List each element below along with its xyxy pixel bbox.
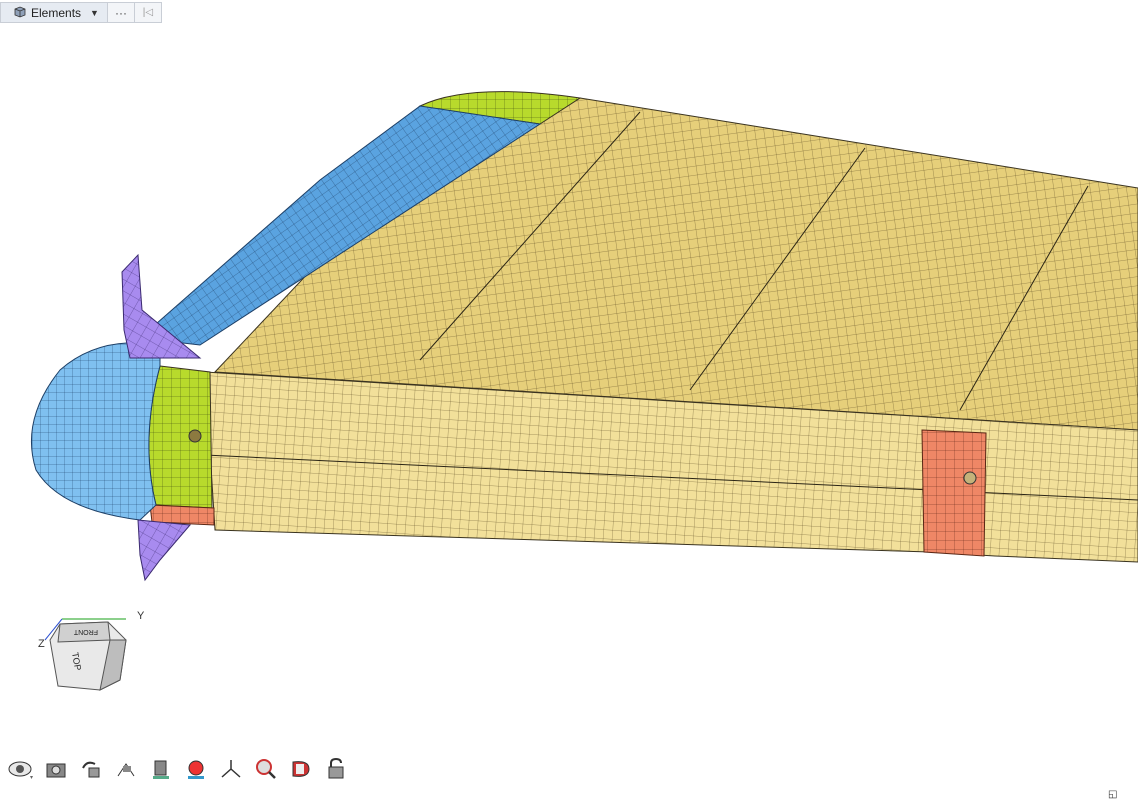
axis-z-label: Z <box>38 638 45 650</box>
collapse-panel-button[interactable]: |◁ <box>135 3 161 22</box>
shaded-mode-icon[interactable] <box>148 756 174 782</box>
fastener-hole-right <box>963 471 977 485</box>
axis-y-label: Y <box>137 610 145 622</box>
section-cut-icon[interactable] <box>288 756 314 782</box>
collar-section[interactable] <box>148 365 213 509</box>
repair-patch-right[interactable] <box>921 429 987 557</box>
color-by-icon[interactable] <box>183 756 209 782</box>
view-cube-front-label: FRONT <box>73 628 98 635</box>
visibility-eye-icon[interactable] <box>8 756 34 782</box>
axis-triad-icon[interactable] <box>218 756 244 782</box>
fin-lower[interactable] <box>137 519 192 582</box>
chevron-down-icon: ▼ <box>90 7 99 18</box>
entity-toolbar: Elements ▼ ··· |◁ <box>0 2 162 23</box>
view-cube[interactable]: FRONT TOP <box>44 618 127 691</box>
nose-cone[interactable] <box>30 342 161 521</box>
entity-selector-label: Elements <box>31 5 82 20</box>
fastener-hole-left <box>188 429 202 443</box>
view-toolbar <box>8 756 349 782</box>
corner-status-icon: ◱ <box>1108 789 1118 800</box>
element-cube-icon <box>13 5 26 21</box>
more-options-button[interactable]: ··· <box>108 3 135 22</box>
lock-icon[interactable] <box>323 756 349 782</box>
rotate-view-icon[interactable] <box>78 756 104 782</box>
camera-view-icon[interactable] <box>43 756 69 782</box>
zoom-icon[interactable] <box>253 756 279 782</box>
entity-selector-dropdown[interactable]: Elements ▼ <box>1 3 108 22</box>
pan-view-icon[interactable] <box>113 756 139 782</box>
upper-wing-skin[interactable] <box>213 97 1138 431</box>
model-viewport[interactable]: FRONT TOP <box>0 0 1138 800</box>
